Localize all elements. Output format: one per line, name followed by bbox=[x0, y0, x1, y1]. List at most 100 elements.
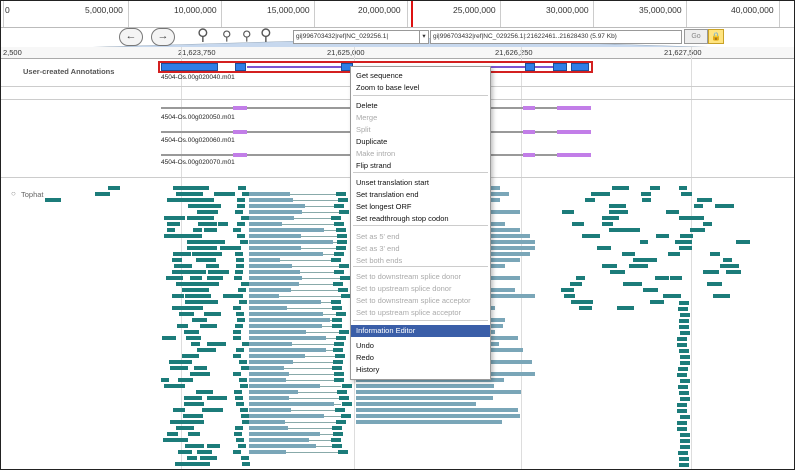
read-alignment[interactable] bbox=[169, 360, 190, 364]
read-alignment[interactable] bbox=[233, 450, 241, 454]
read-alignment[interactable] bbox=[240, 384, 248, 388]
zoom-out-icon[interactable]: ⚲ bbox=[197, 28, 209, 44]
read-alignment[interactable] bbox=[167, 228, 175, 232]
read-alignment[interactable] bbox=[249, 234, 301, 238]
read-alignment[interactable] bbox=[249, 270, 300, 274]
read-alignment[interactable] bbox=[235, 324, 243, 328]
read-alignment[interactable] bbox=[200, 324, 217, 328]
read-alignment[interactable] bbox=[178, 378, 193, 382]
read-alignment[interactable] bbox=[356, 420, 502, 424]
read-alignment[interactable] bbox=[241, 414, 249, 418]
read-alignment[interactable] bbox=[335, 354, 345, 358]
read-alignment[interactable] bbox=[207, 276, 222, 280]
read-alignment[interactable] bbox=[622, 252, 635, 256]
menu-item-redo[interactable]: Redo bbox=[351, 352, 490, 364]
read-alignment[interactable] bbox=[642, 198, 651, 202]
read-alignment[interactable] bbox=[167, 432, 178, 436]
menu-item-flip-strand[interactable]: Flip strand bbox=[351, 160, 490, 172]
read-alignment[interactable] bbox=[203, 348, 216, 352]
read-alignment[interactable] bbox=[208, 270, 229, 274]
read-alignment[interactable] bbox=[249, 348, 326, 352]
read-alignment[interactable] bbox=[202, 282, 211, 286]
read-alignment[interactable] bbox=[249, 258, 280, 262]
read-alignment[interactable] bbox=[249, 222, 282, 226]
read-alignment[interactable] bbox=[191, 342, 200, 346]
read-alignment[interactable] bbox=[736, 240, 750, 244]
read-alignment[interactable] bbox=[670, 276, 682, 280]
read-alignment[interactable] bbox=[249, 198, 293, 202]
read-alignment[interactable] bbox=[609, 228, 621, 232]
read-alignment[interactable] bbox=[184, 396, 202, 400]
read-alignment[interactable] bbox=[655, 276, 669, 280]
read-alignment[interactable] bbox=[188, 300, 209, 304]
read-alignment[interactable] bbox=[237, 234, 245, 238]
read-alignment[interactable] bbox=[170, 366, 188, 370]
read-alignment[interactable] bbox=[190, 276, 202, 280]
read-alignment[interactable] bbox=[235, 252, 243, 256]
read-alignment[interactable] bbox=[337, 240, 347, 244]
read-alignment[interactable] bbox=[241, 456, 249, 460]
lock-icon[interactable]: 🔒 bbox=[708, 29, 724, 44]
read-alignment[interactable] bbox=[561, 288, 574, 292]
read-alignment[interactable] bbox=[680, 445, 690, 449]
read-alignment[interactable] bbox=[194, 198, 214, 202]
read-alignment[interactable] bbox=[202, 408, 223, 412]
read-alignment[interactable] bbox=[234, 276, 242, 280]
read-alignment[interactable] bbox=[680, 439, 690, 443]
read-alignment[interactable] bbox=[233, 372, 241, 376]
read-alignment[interactable] bbox=[186, 234, 202, 238]
read-alignment[interactable] bbox=[188, 432, 200, 436]
read-alignment[interactable] bbox=[202, 204, 221, 208]
read-alignment[interactable] bbox=[201, 258, 216, 262]
read-alignment[interactable] bbox=[173, 408, 185, 412]
read-alignment[interactable] bbox=[681, 192, 692, 196]
read-alignment[interactable] bbox=[172, 438, 188, 442]
menu-item-undo[interactable]: Undo bbox=[351, 340, 490, 352]
read-alignment[interactable] bbox=[602, 216, 619, 220]
read-alignment[interactable] bbox=[235, 270, 243, 274]
menu-item-unset-translation-start[interactable]: Unset translation start bbox=[351, 177, 490, 189]
chevron-down-icon[interactable]: ▾ bbox=[419, 30, 429, 44]
read-alignment[interactable] bbox=[680, 433, 690, 437]
read-alignment[interactable] bbox=[579, 306, 591, 310]
read-alignment[interactable] bbox=[334, 270, 344, 274]
read-alignment[interactable] bbox=[249, 216, 294, 220]
read-alignment[interactable] bbox=[602, 264, 617, 268]
read-alignment[interactable] bbox=[680, 379, 690, 383]
overview-ruler[interactable]: 0 5,000,000 10,000,000 15,000,000 20,000… bbox=[1, 1, 794, 28]
read-alignment[interactable] bbox=[239, 360, 247, 364]
read-alignment[interactable] bbox=[190, 216, 209, 220]
read-alignment[interactable] bbox=[249, 372, 289, 376]
read-alignment[interactable] bbox=[333, 360, 343, 364]
read-alignment[interactable] bbox=[572, 222, 584, 226]
read-alignment[interactable] bbox=[207, 444, 220, 448]
read-alignment[interactable] bbox=[172, 270, 182, 274]
read-alignment[interactable] bbox=[668, 252, 680, 256]
read-alignment[interactable] bbox=[337, 390, 347, 394]
zoom-in-icon[interactable]: ⚲ bbox=[260, 28, 272, 44]
read-alignment[interactable] bbox=[178, 450, 192, 454]
read-alignment[interactable] bbox=[197, 210, 210, 214]
read-alignment[interactable] bbox=[629, 264, 648, 268]
read-alignment[interactable] bbox=[249, 390, 298, 394]
read-alignment[interactable] bbox=[562, 210, 574, 214]
arrow-left-icon[interactable]: ← bbox=[119, 28, 143, 46]
read-alignment[interactable] bbox=[621, 228, 640, 232]
read-alignment[interactable] bbox=[677, 337, 687, 341]
read-alignment[interactable] bbox=[612, 186, 629, 190]
read-alignment[interactable] bbox=[356, 390, 521, 394]
read-alignment[interactable] bbox=[677, 421, 687, 425]
read-alignment[interactable] bbox=[249, 288, 291, 292]
read-alignment[interactable] bbox=[188, 420, 204, 424]
read-alignment[interactable] bbox=[694, 204, 703, 208]
read-alignment[interactable] bbox=[249, 408, 291, 412]
read-alignment[interactable] bbox=[170, 420, 189, 424]
read-alignment[interactable] bbox=[680, 234, 693, 238]
read-alignment[interactable] bbox=[334, 378, 344, 382]
read-alignment[interactable] bbox=[186, 336, 201, 340]
read-alignment[interactable] bbox=[249, 318, 330, 322]
read-alignment[interactable] bbox=[193, 318, 207, 322]
read-alignment[interactable] bbox=[249, 420, 285, 424]
read-alignment[interactable] bbox=[334, 222, 344, 226]
read-alignment[interactable] bbox=[249, 366, 284, 370]
